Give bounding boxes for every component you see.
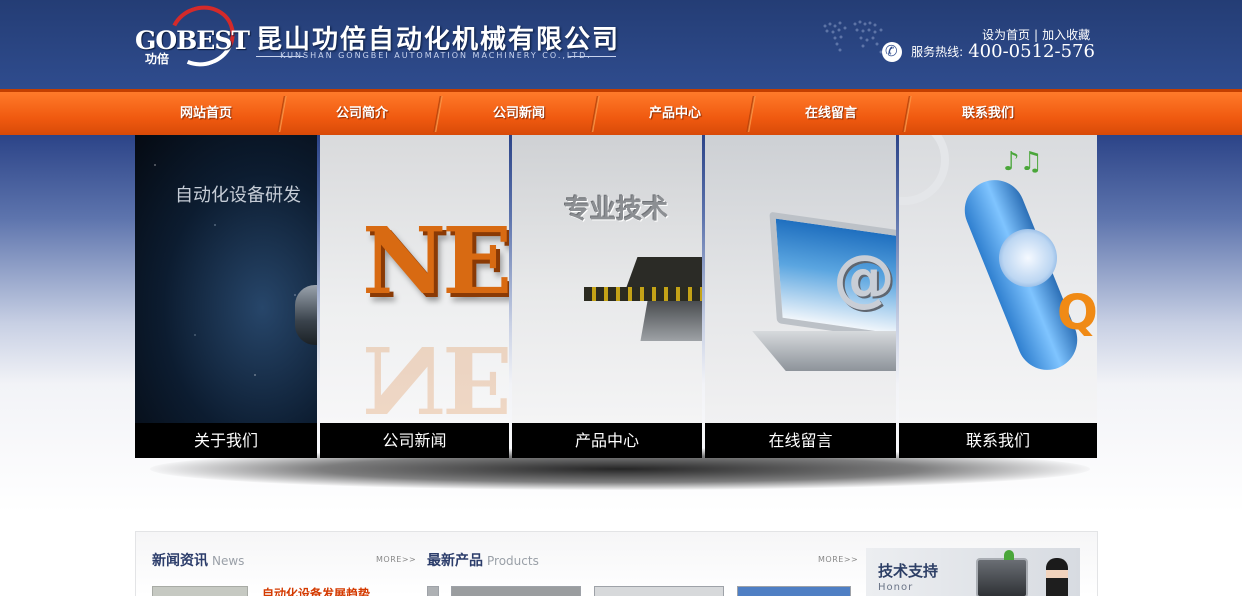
hotline: 服务热线: 400-0512-576 [882, 41, 1095, 62]
news-more-link[interactable]: MORE>> [376, 555, 416, 564]
machine-base-icon [640, 301, 702, 341]
hotline-label: 服务热线: [911, 45, 964, 59]
panel-caption-news[interactable]: 公司新闻 [320, 423, 509, 458]
support-title: 技术支持 [878, 562, 939, 580]
telephone-dial-icon [999, 229, 1057, 287]
tech-support-banner[interactable]: 技术支持 Honor [866, 548, 1080, 596]
q-letter-icon: Q [1057, 285, 1097, 341]
nav-item-home[interactable]: 网站首页 [131, 92, 281, 135]
product-thumbnail[interactable] [737, 586, 851, 596]
panel-slogan: 自动化设备研发 [175, 185, 301, 206]
banner-panel-message[interactable]: @ 在线留言 [705, 135, 896, 458]
banner-panel-news[interactable]: NE NE 公司新闻 [320, 135, 509, 458]
ring-decoration [899, 135, 949, 205]
panel-caption-about[interactable]: 关于我们 [135, 423, 317, 458]
support-title-en: Honor [878, 582, 914, 593]
products-section-title: 最新产品 Products [427, 550, 539, 570]
nav-item-message[interactable]: 在线留言 [756, 92, 906, 135]
news-headline[interactable]: 自动化设备发展趋势 [262, 585, 370, 596]
product-scroll-left[interactable] [427, 586, 439, 596]
nav-item-products[interactable]: 产品中心 [600, 92, 750, 135]
panel-caption-message[interactable]: 在线留言 [705, 423, 896, 458]
nav-item-about[interactable]: 公司简介 [287, 92, 437, 135]
news-title-en: News [212, 554, 245, 568]
site-header: GOBEST 功倍 昆山功倍自动化机械有限公司 KUNSHAN GONGBEI … [0, 0, 1242, 89]
news-thumbnail[interactable] [152, 586, 248, 596]
world-map-icon [823, 20, 883, 54]
machine-part-icon [295, 285, 317, 345]
product-thumbnail[interactable] [594, 586, 724, 596]
news-title-cn: 新闻资讯 [152, 553, 208, 569]
nav-item-news[interactable]: 公司新闻 [444, 92, 594, 135]
circuit-board-icon [626, 257, 702, 287]
content-area: 新闻资讯 News MORE>> 自动化设备发展趋势 最新产品 Products M… [135, 531, 1098, 596]
laptop-keyboard-icon [752, 331, 896, 371]
panel-image-contact: ♪♫ Q [899, 135, 1097, 423]
news-section-title: 新闻资讯 News [152, 550, 244, 570]
logo-cn-text: 功倍 [145, 52, 170, 66]
circuit-strip-icon [584, 287, 702, 301]
set-home-link[interactable]: 设为首页 [982, 28, 1030, 42]
music-note-icon: ♪♫ [1003, 147, 1043, 177]
nav-separator [901, 96, 913, 132]
products-title-cn: 最新产品 [427, 553, 483, 569]
banner-panel-products[interactable]: 专业技术 产品中心 [512, 135, 702, 458]
product-thumbnail[interactable] [451, 586, 581, 596]
tv-icon [976, 558, 1028, 596]
panel-tech-title: 专业技术 [564, 195, 669, 225]
panel-image-message: @ [705, 135, 896, 423]
stars-decoration [135, 135, 317, 423]
hotline-number: 400-0512-576 [968, 41, 1095, 62]
bookmark-link[interactable]: 加入收藏 [1042, 28, 1090, 42]
nav-item-contact[interactable]: 联系我们 [913, 92, 1063, 135]
panel-caption-contact[interactable]: 联系我们 [899, 423, 1097, 458]
products-more-link[interactable]: MORE>> [818, 555, 858, 564]
link-separator: | [1034, 28, 1039, 42]
nav-separator [432, 96, 444, 132]
news-letters: NE [362, 207, 509, 315]
company-logo[interactable]: GOBEST 功倍 [135, 0, 250, 76]
main-nav: 网站首页 公司简介 公司新闻 产品中心 在线留言 联系我们 [0, 89, 1242, 135]
support-person-image [1046, 558, 1068, 596]
phone-icon [882, 41, 902, 62]
plant-icon [1004, 550, 1014, 560]
news-letters-reflection: NE [362, 325, 509, 423]
panel-image-news: NE NE [320, 135, 509, 423]
company-name-en: KUNSHAN GONGBEI AUTOMATION MACHINERY CO.… [256, 51, 616, 60]
products-title-en: Products [487, 554, 539, 568]
panel-caption-products[interactable]: 产品中心 [512, 423, 702, 458]
at-sign-icon: @ [833, 241, 895, 314]
panel-image-about: 自动化设备研发 [135, 135, 317, 423]
panel-image-products: 专业技术 [512, 135, 702, 423]
banner-panel-about[interactable]: 自动化设备研发 关于我们 [135, 135, 317, 458]
banner-panel-contact[interactable]: ♪♫ Q 联系我们 [899, 135, 1097, 458]
